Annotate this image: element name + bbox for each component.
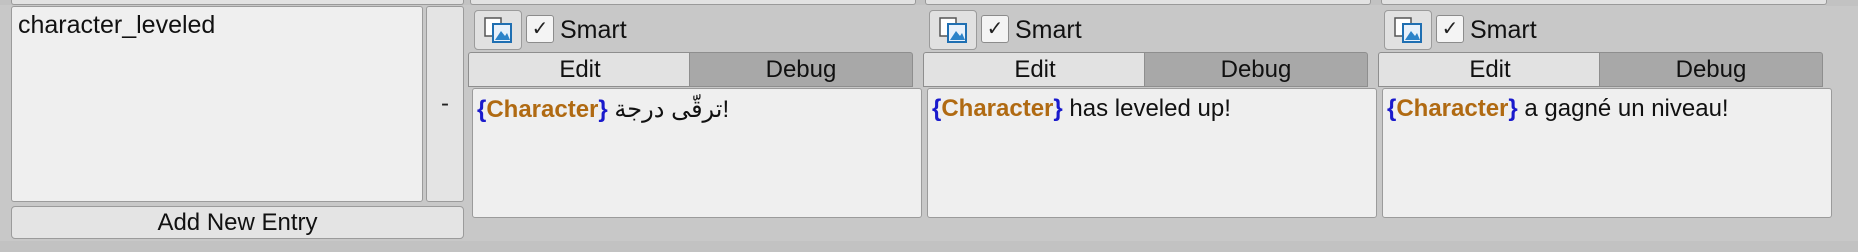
remove-entry-label: - <box>441 90 449 117</box>
variable-name: Character <box>941 95 1054 122</box>
tab-edit-label: Edit <box>1014 55 1056 83</box>
tab-edit[interactable]: Edit <box>468 52 692 87</box>
table-icon-button[interactable] <box>929 10 977 50</box>
add-new-entry-label: Add New Entry <box>157 208 318 236</box>
brace-open: { <box>932 95 942 122</box>
brace-open: { <box>477 96 487 123</box>
tab-debug-label: Debug <box>765 55 837 83</box>
smart-label: Smart <box>1470 16 1537 44</box>
tab-debug[interactable]: Debug <box>689 52 913 87</box>
brace-close: } <box>1508 95 1518 122</box>
tab-debug-label: Debug <box>1220 55 1292 83</box>
locale-column: ✓ Smart Edit Debug {Character} ترقّى درج… <box>468 6 922 218</box>
variable-name: Character <box>486 96 599 123</box>
brace-close: } <box>1053 95 1063 122</box>
translation-text: has leveled up! <box>1062 95 1231 122</box>
table-icon <box>1394 17 1422 43</box>
table-icon <box>939 17 967 43</box>
brace-close: } <box>598 96 608 123</box>
entry-key-field[interactable]: character_leveled <box>11 6 423 202</box>
tab-edit-label: Edit <box>1469 55 1511 83</box>
translation-text-field[interactable]: {Character} ترقّى درجة! <box>472 88 922 218</box>
tab-debug[interactable]: Debug <box>1599 52 1823 87</box>
table-icon <box>484 17 512 43</box>
smart-checkbox[interactable]: ✓ <box>981 15 1009 43</box>
translation-text: ترقّى درجة! <box>607 96 730 123</box>
remove-entry-button[interactable]: - <box>426 6 464 202</box>
table-icon-button[interactable] <box>1384 10 1432 50</box>
check-icon: ✓ <box>531 18 549 40</box>
smart-label: Smart <box>1015 16 1082 44</box>
variable-name: Character <box>1396 95 1509 122</box>
check-icon: ✓ <box>986 18 1004 40</box>
check-icon: ✓ <box>1441 18 1459 40</box>
translation-text: a gagné un niveau! <box>1517 95 1729 122</box>
locale-column: ✓ Smart Edit Debug {Character} has level… <box>923 6 1377 218</box>
smart-checkbox[interactable]: ✓ <box>1436 15 1464 43</box>
entry-key-text: character_leveled <box>18 11 216 39</box>
add-new-entry-button[interactable]: Add New Entry <box>11 206 464 239</box>
translation-text-field[interactable]: {Character} a gagné un niveau! <box>1382 88 1832 218</box>
smart-label: Smart <box>560 16 627 44</box>
tab-edit-label: Edit <box>559 55 601 83</box>
bottom-strip <box>0 241 1858 252</box>
smart-checkbox[interactable]: ✓ <box>526 15 554 43</box>
table-icon-button[interactable] <box>474 10 522 50</box>
locale-column: ✓ Smart Edit Debug {Character} a gagné u… <box>1378 6 1832 218</box>
tab-edit[interactable]: Edit <box>923 52 1147 87</box>
translation-text-field[interactable]: {Character} has leveled up! <box>927 88 1377 218</box>
tab-debug[interactable]: Debug <box>1144 52 1368 87</box>
brace-open: { <box>1387 95 1397 122</box>
tab-debug-label: Debug <box>1675 55 1747 83</box>
tab-edit[interactable]: Edit <box>1378 52 1602 87</box>
